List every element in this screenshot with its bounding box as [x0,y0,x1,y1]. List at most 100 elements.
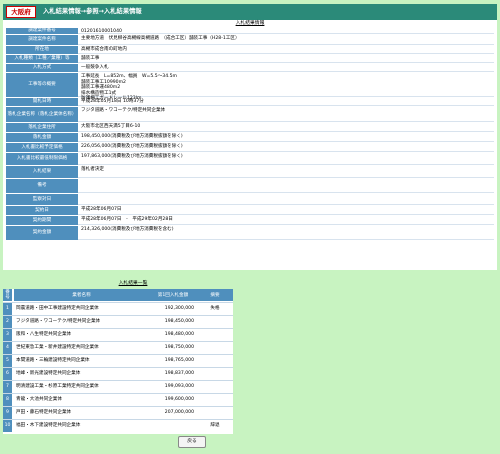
detail-row: 契約日 平成28年06月07日 [6,206,494,215]
detail-value: 197,863,000(消費税及び地方消費税抜額を除く) [78,153,494,165]
bid-amount: 207,000,000 [164,410,194,415]
detail-value: 226,056,000(消費税及び地方消費税抜額を除く) [78,143,494,152]
row-number: 10 [3,420,12,432]
detail-panel: 入札結果情報 調達案件番号 0120161000104​0 調達案件名称 主要地方道 … [3,20,497,270]
detail-row: 所在地 高槻市成合南の町地内 [6,46,494,54]
detail-value: 198,450,000(消費税及び地方消費税抜額を除く) [78,133,494,142]
detail-value: 大阪市北区西天満5丁目6-10 [78,123,494,132]
detail-row: 契約金額 214,326,000(消費税及び地方消費税を含む) [6,226,494,240]
bid-amount: 198,750,000 [164,345,194,350]
row-number: 9 [3,407,12,419]
table-row: 2 フジタ道路・ワコーテク/特定共同企業体 198,450,000 [3,315,233,328]
bidder-name: 本間道路・三輪建設特定共同企業体 [16,358,90,363]
table-row: 7 明清建設工業・杉原工業特定共同企業体 199,093,000 [3,380,233,393]
table-row: 1 岡農道路・田中工事建設特定共同企業体 192,300,000 失格 [3,302,233,315]
row-number: 5 [3,355,12,367]
row-number: 2 [3,316,12,328]
detail-row: 契約期間 平成28年06月07日 - 平成29年02月28日 [6,216,494,225]
detail-value: 平成28年06月07日 [78,206,494,215]
detail-label: 開札日時 [6,98,78,106]
detail-label: 入札方式 [6,64,78,72]
detail-row: 調達案件番号 0120161000104​0 [6,28,494,34]
bid-remark [197,394,233,406]
detail-row: 工事等の概要 工事延長 L=852m、幅員 W=5.5～34.5m 舗装工事工10… [6,73,494,101]
detail-label: 入札種類（工種／業種）等 [6,55,78,63]
detail-label: 備考 [6,179,78,193]
row-number: 3 [3,329,12,341]
bid-remark [197,368,233,380]
col-header-num: 番号 [3,289,12,301]
row-number: 6 [3,368,12,380]
detail-value: 一般競争入札 [78,64,494,72]
bid-remark [197,329,233,341]
col-header-name: 業者名称 [14,289,149,301]
detail-value: 高槻市成合南の町地内 [78,46,494,54]
col-header-amount: 第1回入札金額 [149,289,197,301]
prefecture-logo: 大阪府 [6,6,36,18]
detail-label: 入札書比較最低制限価格 [6,153,78,165]
row-number: 8 [3,394,12,406]
bidder-name: 岡農道路・田中工事建設特定共同企業体 [16,306,99,311]
bidder-name: 青龍・大池共同企業体 [16,397,62,402]
detail-label: 調達案件番号 [6,28,78,34]
detail-label: 契約日 [6,206,78,215]
detail-value: 0120161000104​0 [78,28,494,34]
page-title: 入札結果情報→参照→入札結果情報 [43,8,142,15]
results-table: 番号 業者名称 第1回入札金額 摘要 1 岡農道路・田中工事建設特定共同企業体 19… [3,289,233,434]
bid-amount: 198,480,000 [164,332,194,337]
back-button[interactable]: 戻る [178,436,206,448]
detail-label: 契約期間 [6,216,78,225]
table-row: 9 戸田・藤石特定共同企業体 207,000,000 [3,406,233,419]
bid-remark [197,381,233,393]
bidder-name: 地峰・新光建設特定共同企業体 [16,371,81,376]
bidder-name: フジタ道路・ワコーテク/特定共同企業体 [16,319,101,324]
detail-value: 平成28年05月18日 10時37分 [78,98,494,106]
bidder-name: 戸田・藤石特定共同企業体 [16,410,72,415]
row-number: 1 [3,303,12,315]
detail-label: 落札企業名称（落札企業体名称） [6,107,78,122]
table-row: 4 世紀東急工業・新井建設特定共同企業体 198,750,000 [3,341,233,354]
detail-value: 工事延長 L=852m、幅員 W=5.5～34.5m 舗装工事工10990m2 … [78,73,494,101]
detail-value: 舗装工事 [78,55,494,63]
detail-row: 入札結果 落札者決定 [6,166,494,178]
bid-remark: 失格 [210,306,220,311]
detail-label: 落札企業住所 [6,123,78,132]
bid-amount: 199,600,000 [164,397,194,402]
detail-row: 監察対日 [6,194,494,205]
bid-amount [149,420,197,432]
detail-title: 入札結果情報 [235,21,265,26]
bid-amount: 198,837,000 [164,371,194,376]
bid-remark [197,407,233,419]
detail-value: 214,326,000(消費税及び地方消費税を含む) [78,226,494,240]
detail-row: 落札企業住所 大阪市北区西天満5丁目6-10 [6,123,494,132]
detail-label: 入札結果 [6,166,78,178]
detail-label: 監察対日 [6,194,78,205]
detail-row: 入札方式 一般競争入札 [6,64,494,72]
row-number: 7 [3,381,12,393]
bid-remark [197,342,233,354]
table-row: 5 本間道路・三輪建設特定共同企業体 198,765,000 [3,354,233,367]
detail-label: 契約金額 [6,226,78,240]
detail-row: 入札書比較最低制限価格 197,863,000(消費税及び地方消費税抜額を除く) [6,153,494,165]
detail-value: 落札者決定 [78,166,494,178]
detail-row: 入札書比較予定価格 226,056,000(消費税及び地方消費税抜額を除く) [6,143,494,152]
bid-remark: 辞退 [210,423,220,428]
detail-row: 備考 [6,179,494,193]
bid-amount: 199,093,000 [164,384,194,389]
bidder-name: 明清建設工業・杉原工業特定共同企業体 [16,384,99,389]
results-title: 入札結果一覧 [118,281,148,286]
bid-remark [197,316,233,328]
detail-row: 入札種類（工種／業種）等 舗装工事 [6,55,494,63]
header-bar: 大阪府 入札結果情報→参照→入札結果情報 [3,4,497,20]
detail-row: 調達案件名称 主要地方道 伏見柳谷高槻線高槻道路 （成合工区）舗装工事（H28-1… [6,35,494,45]
detail-label: 工事等の概要 [6,73,78,97]
bidder-name: 世紀東急工業・新井建設特定共同企業体 [16,345,99,350]
detail-value: 主要地方道 伏見柳谷高槻線高槻道路 （成合工区）舗装工事（H28-1工区） [78,35,494,45]
table-row: 8 青龍・大池共同企業体 199,600,000 [3,393,233,406]
col-header-note: 摘要 [197,289,233,301]
detail-value [78,194,494,205]
bid-remark [197,355,233,367]
bid-amount: 198,450,000 [164,319,194,324]
detail-value: フジタ道路・ワコーテク/特定共同企業体 [78,107,494,122]
bidder-name: 福田・木下建設特定共同企業体 [16,423,81,428]
